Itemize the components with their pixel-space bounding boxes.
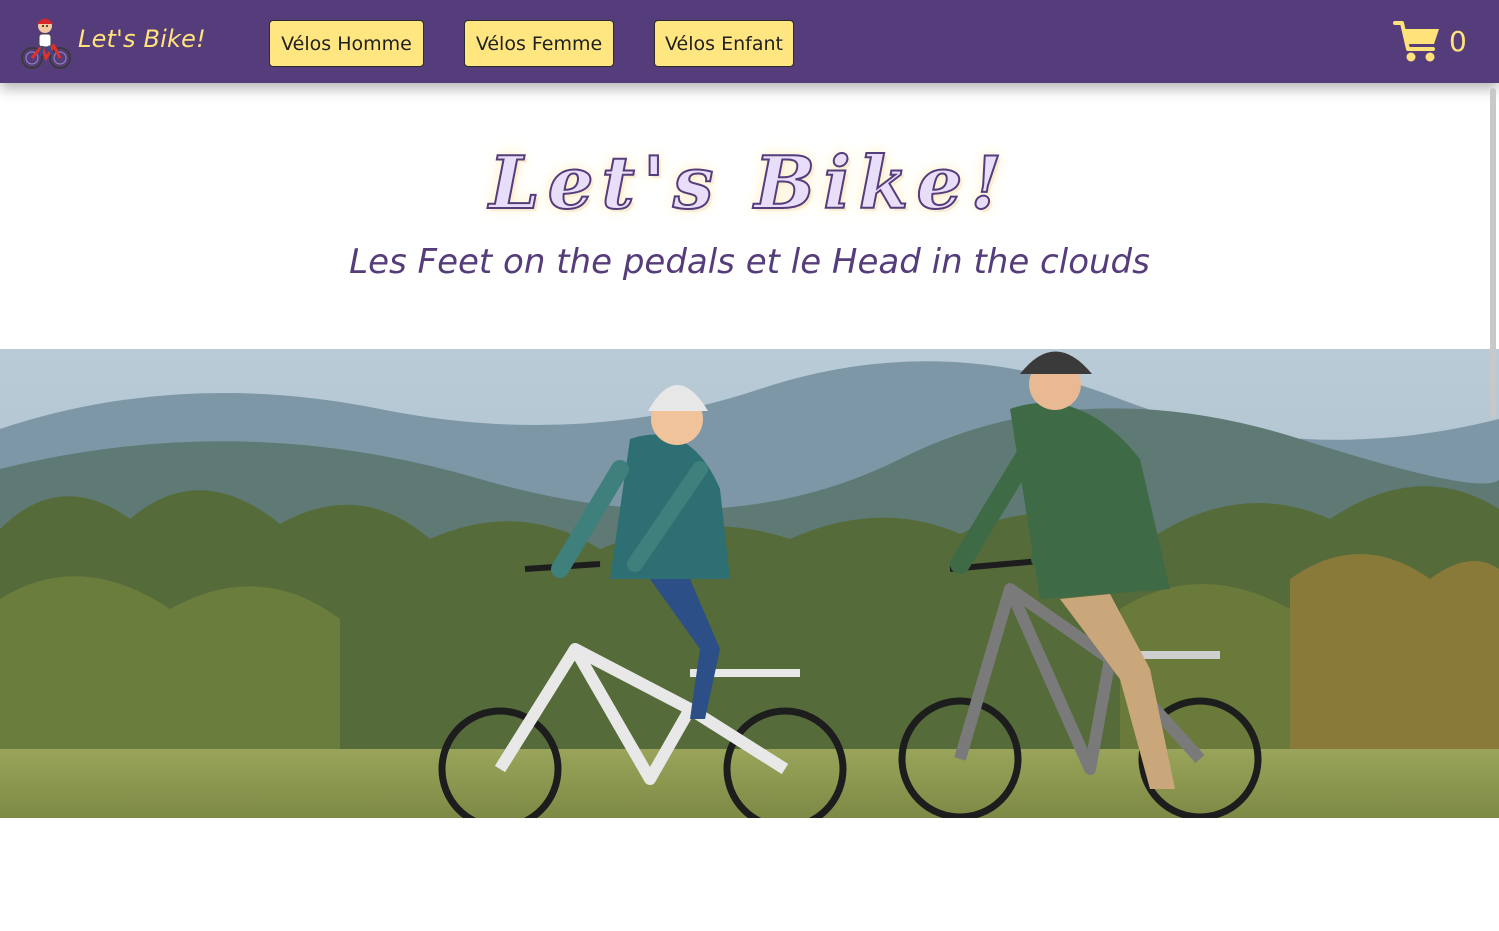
cart-count: 0 — [1449, 24, 1467, 58]
velos-femme-button[interactable]: Vélos Femme — [464, 20, 614, 67]
page-scrollbar[interactable] — [1490, 88, 1496, 418]
velos-homme-button[interactable]: Vélos Homme — [269, 20, 424, 67]
brand-name: Let's Bike! — [78, 25, 206, 53]
hero-title: Let's Bike! — [488, 139, 1010, 226]
cyclist-kid-logo-icon — [21, 18, 71, 69]
brand-home-link[interactable]: Let's Bike! — [20, 12, 206, 70]
top-navbar: Let's Bike! Vélos Homme Vélos Femme Vélo… — [0, 0, 1499, 83]
velos-enfant-button[interactable]: Vélos Enfant — [654, 20, 794, 67]
cart-button[interactable]: 0 — [1393, 18, 1467, 64]
two-cyclists-on-e-bikes-photo — [0, 349, 1499, 818]
shopping-cart-icon — [1393, 21, 1439, 62]
hero-tagline: Les Feet on the pedals et le Head in the… — [349, 242, 1150, 282]
